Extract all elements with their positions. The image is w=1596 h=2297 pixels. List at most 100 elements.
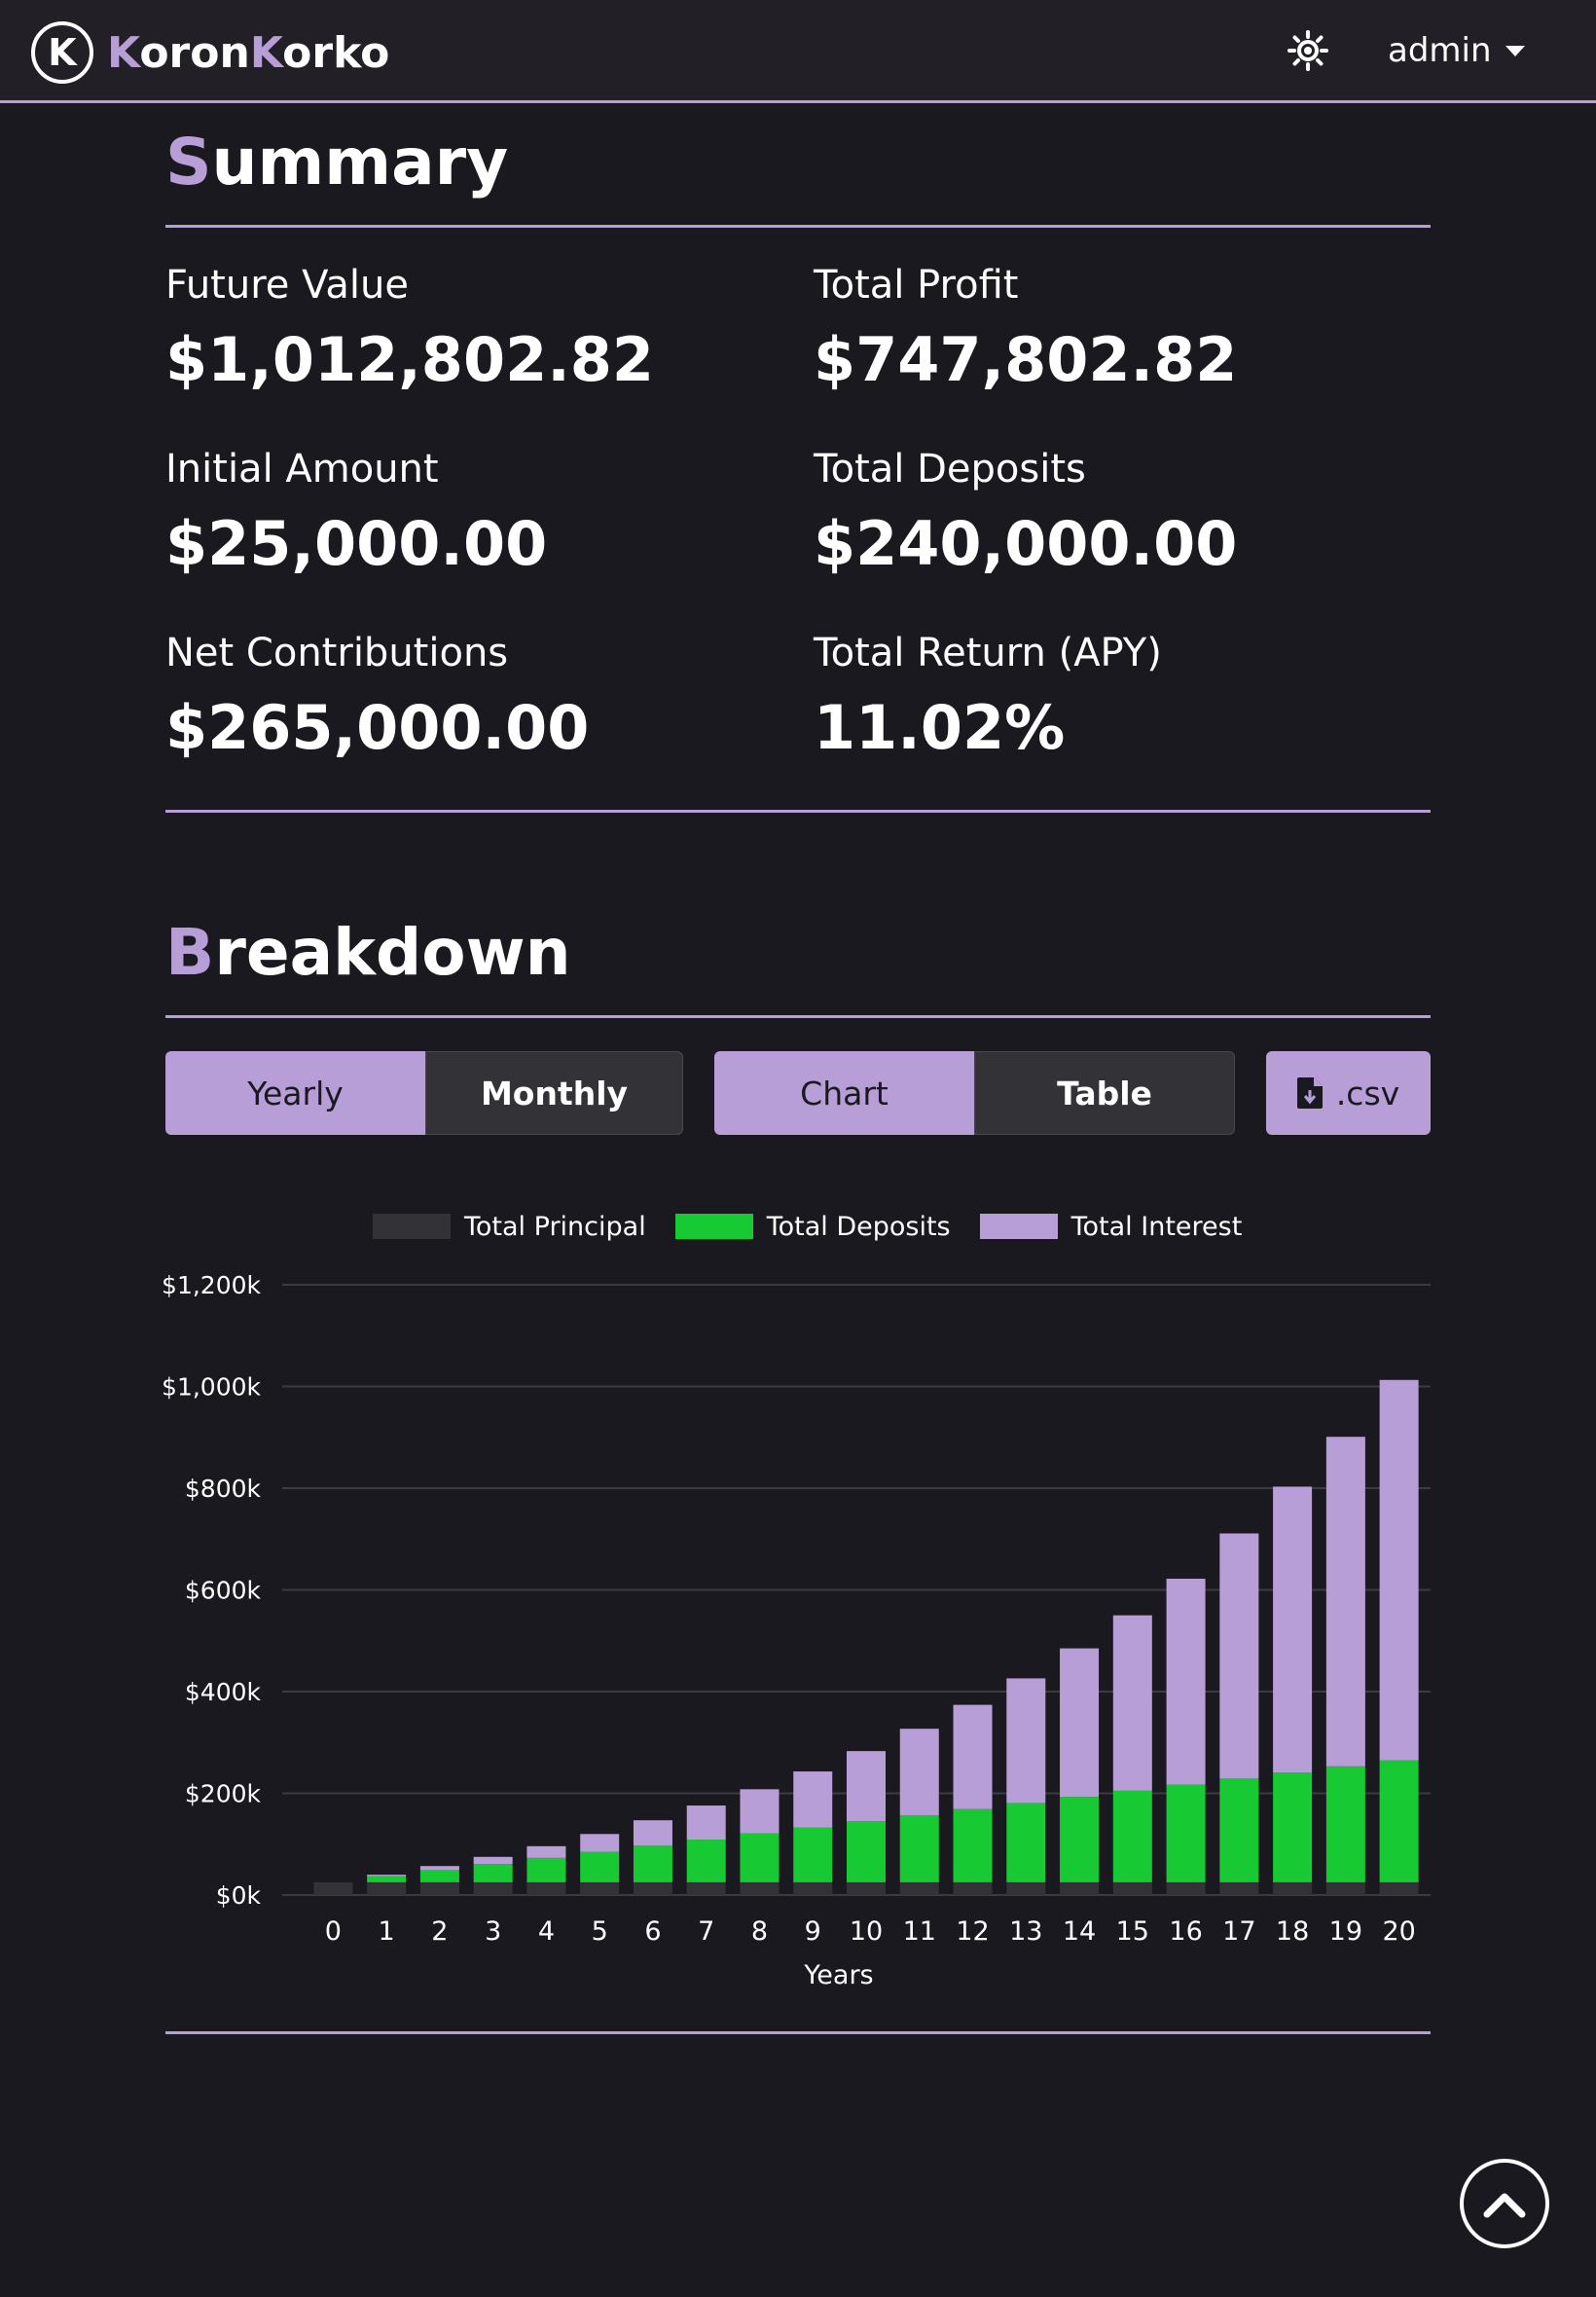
bar-segment <box>526 1881 566 1895</box>
legend-item-principal[interactable]: Total Principal <box>373 1212 646 1242</box>
bar-segment <box>1166 1784 1206 1882</box>
breakdown-divider <box>165 1015 1431 1018</box>
bar-segment <box>580 1834 620 1852</box>
y-tick-label: $800k <box>185 1475 262 1503</box>
x-tick-label: 3 <box>485 1916 501 1947</box>
bar-segment <box>526 1857 566 1882</box>
x-tick-label: 9 <box>805 1916 821 1947</box>
legend-swatch-interest <box>979 1214 1058 1239</box>
stat-value-total-profit: $747,802.82 <box>814 324 1238 395</box>
legend-item-deposits[interactable]: Total Deposits <box>674 1212 951 1242</box>
bar-segment <box>1325 1766 1365 1882</box>
csv-button-label: .csv <box>1335 1074 1400 1112</box>
yearly-toggle-button[interactable]: Yearly <box>165 1051 425 1135</box>
x-axis-label: Years <box>803 1960 873 1990</box>
bar-segment <box>899 1814 939 1882</box>
file-download-icon <box>1296 1077 1323 1109</box>
x-tick-label: 14 <box>1063 1916 1096 1947</box>
bar-segment <box>1273 1772 1313 1882</box>
stat-label-initial-amount: Initial Amount <box>165 447 439 492</box>
brand-rest-2: orko <box>282 27 390 78</box>
x-tick-label: 6 <box>644 1916 661 1947</box>
x-tick-label: 4 <box>538 1916 555 1947</box>
x-tick-label: 5 <box>592 1916 608 1947</box>
bar-segment <box>1060 1797 1100 1882</box>
x-tick-label: 15 <box>1116 1916 1149 1947</box>
bar-segment <box>580 1881 620 1895</box>
bar-segment <box>1379 1881 1419 1895</box>
breakdown-title-initial: B <box>165 915 215 990</box>
table-view-button[interactable]: Table <box>974 1051 1235 1135</box>
brand-initial-2: K <box>249 27 283 78</box>
stat-value-total-deposits: $240,000.00 <box>814 508 1238 579</box>
bar-segment <box>367 1881 407 1895</box>
brand-name: KoronKorko <box>107 28 389 78</box>
y-tick-label: $1,000k <box>162 1373 261 1402</box>
y-tick-label: $600k <box>185 1577 262 1605</box>
bar-segment <box>1273 1881 1313 1895</box>
bar-segment <box>793 1771 833 1828</box>
bar-segment <box>740 1881 780 1895</box>
bar-segment <box>847 1881 886 1895</box>
bar-segment <box>367 1876 407 1882</box>
bar-segment <box>633 1881 672 1895</box>
bar-segment <box>419 1881 459 1895</box>
summary-title: Summary <box>165 125 508 200</box>
brand-logo[interactable]: K KoronKorko <box>31 20 389 85</box>
stat-label-total-return: Total Return (APY) <box>814 631 1162 675</box>
theme-toggle-sun-icon[interactable] <box>1287 29 1329 72</box>
stat-value-initial-amount: $25,000.00 <box>165 508 548 579</box>
y-tick-label: $1,200k <box>162 1271 261 1299</box>
bar-segment <box>1325 1881 1365 1895</box>
x-tick-label: 10 <box>850 1916 883 1947</box>
summary-bottom-divider <box>165 810 1431 813</box>
bar-segment <box>847 1821 886 1882</box>
breakdown-title-rest: reakdown <box>214 915 571 990</box>
bar-segment <box>847 1751 886 1822</box>
bar-segment <box>1166 1579 1206 1785</box>
scroll-to-top-button[interactable] <box>1460 2159 1549 2248</box>
bar-segment <box>1112 1790 1152 1882</box>
bar-segment <box>793 1827 833 1882</box>
bar-segment <box>740 1833 780 1882</box>
legend-item-interest[interactable]: Total Interest <box>979 1211 1243 1242</box>
summary-title-rest: ummary <box>211 125 509 200</box>
bar-segment <box>1379 1760 1419 1882</box>
chart-view-button[interactable]: Chart <box>714 1051 974 1135</box>
csv-download-button[interactable]: .csv <box>1266 1051 1431 1135</box>
legend-swatch-deposits <box>674 1214 753 1239</box>
bar-segment <box>633 1845 672 1882</box>
user-menu-dropdown[interactable]: admin <box>1388 27 1525 74</box>
x-tick-label: 11 <box>903 1916 936 1947</box>
bar-segment <box>526 1845 566 1858</box>
bar-segment <box>686 1840 726 1882</box>
x-tick-label: 7 <box>698 1916 714 1947</box>
stat-label-total-deposits: Total Deposits <box>814 447 1086 492</box>
bar-segment <box>473 1856 513 1865</box>
legend-swatch-principal <box>373 1214 451 1239</box>
x-tick-label: 20 <box>1382 1916 1415 1947</box>
x-tick-label: 1 <box>379 1916 395 1947</box>
x-tick-label: 8 <box>751 1916 768 1947</box>
bar-segment <box>1379 1379 1419 1761</box>
bar-segment <box>473 1881 513 1895</box>
sun-icon <box>1288 30 1328 71</box>
bar-segment <box>793 1881 833 1895</box>
legend-label-interest: Total Interest <box>1070 1211 1243 1242</box>
stat-value-future-value: $1,012,802.82 <box>165 324 655 395</box>
bar-segment <box>1060 1648 1100 1798</box>
bar-segment <box>1325 1437 1365 1767</box>
brand-rest-1: oron <box>139 27 250 78</box>
bar-segment <box>473 1864 513 1882</box>
chart-legend: Total Principal Total Deposits Total Int… <box>373 1207 1271 1246</box>
stat-value-total-return: 11.02% <box>814 692 1066 763</box>
monthly-toggle-button[interactable]: Monthly <box>425 1051 683 1135</box>
x-tick-label: 17 <box>1222 1916 1255 1947</box>
bar-segment <box>953 1808 993 1882</box>
bar-segment <box>1006 1803 1046 1882</box>
x-tick-label: 19 <box>1329 1916 1362 1947</box>
bar-segment <box>686 1805 726 1841</box>
x-tick-label: 0 <box>325 1916 342 1947</box>
x-tick-label: 16 <box>1169 1916 1202 1947</box>
bar-segment <box>419 1870 459 1882</box>
